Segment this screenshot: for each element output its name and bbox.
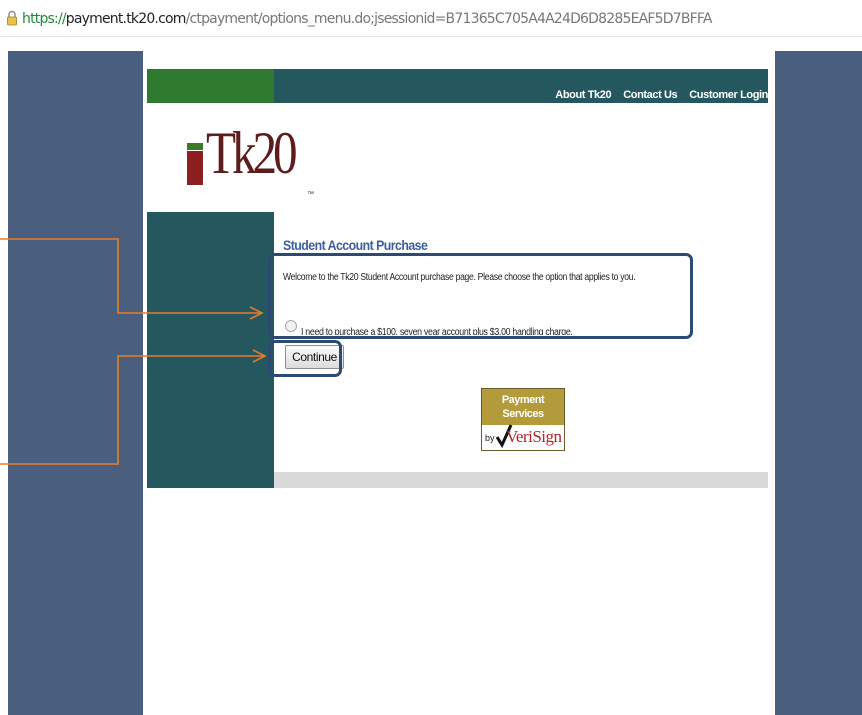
top-nav: About Tk20 Contact Us Customer Login [555,89,768,101]
url-path: /ctpayment/options_menu.do;jsessionid=B7… [185,11,713,27]
lock-icon [7,10,17,26]
nav-customer-login-link[interactable]: Customer Login [689,89,768,101]
footer-gray-bar [274,472,768,488]
header-green-bar [147,69,274,103]
tk20-logo: Tk20 ™ [187,117,314,198]
verisign-seal[interactable]: Payment Services by VeriSign [481,388,565,451]
browser-address-bar[interactable]: https://payment.tk20.com/ctpayment/optio… [0,0,862,37]
left-sidebar [147,212,274,488]
url-text[interactable]: https://payment.tk20.com/ctpayment/optio… [22,9,712,29]
logo-trademark: ™ [307,191,314,198]
nav-about-link[interactable]: About Tk20 [555,89,611,101]
seal-bottom: by VeriSign [482,424,564,450]
page-title: Student Account Purchase [283,237,428,253]
nav-contact-link[interactable]: Contact Us [623,89,677,101]
seal-brand: VeriSign [506,427,562,446]
continue-highlight-box [268,340,342,377]
welcome-highlight-box [268,253,693,339]
url-host: payment.tk20.com [65,11,187,27]
header-teal-bar: About Tk20 Contact Us Customer Login [274,69,768,103]
seal-by: by [485,433,495,443]
page-container: About Tk20 Contact Us Customer Login Tk2… [143,51,775,715]
seal-payment-services: Payment Services [482,389,564,425]
url-protocol: https:// [22,11,67,27]
browser-viewport: About Tk20 Contact Us Customer Login Tk2… [8,51,862,715]
logo-text: Tk20 [206,120,298,186]
apple-logo-icon [187,143,203,185]
